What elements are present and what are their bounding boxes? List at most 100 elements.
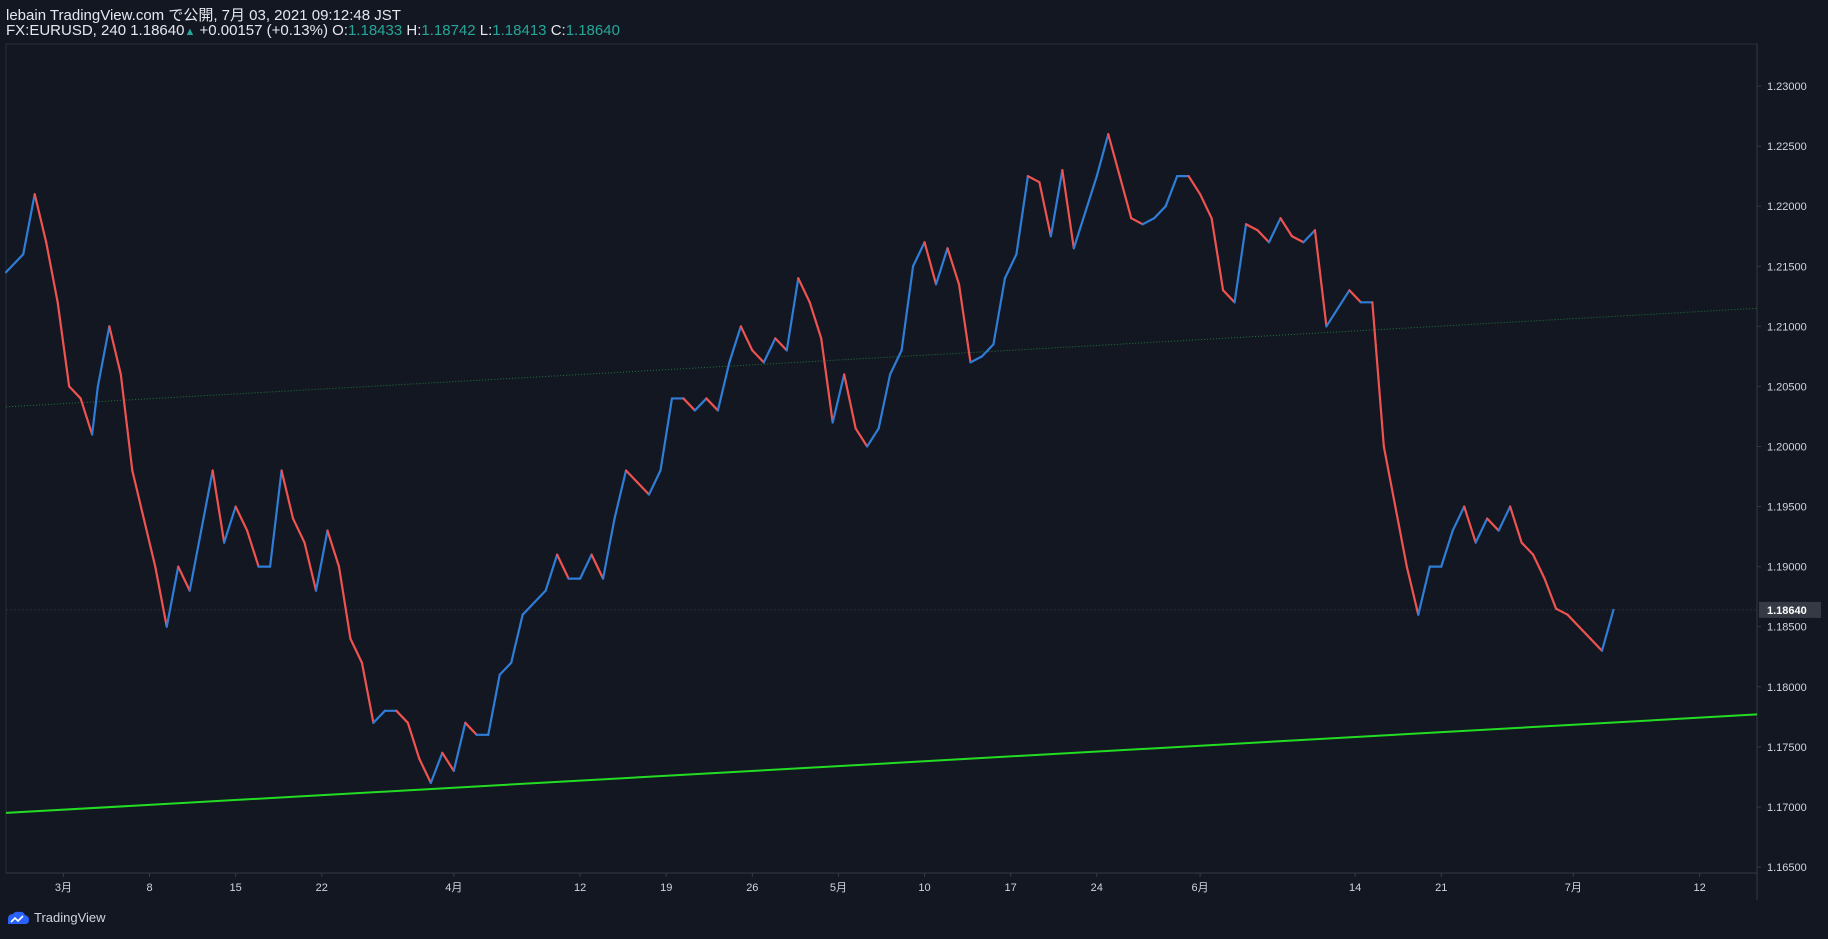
price-segment (1440, 529, 1454, 568)
y-tick-label: 1.22500 (1767, 141, 1807, 153)
x-tick-label: 12 (574, 882, 586, 894)
price-segment (22, 193, 36, 256)
price-segment (1566, 613, 1581, 628)
price-segment (934, 247, 949, 286)
price-segment (1084, 175, 1098, 214)
x-tick-label: 3月 (55, 882, 72, 894)
price-segment (223, 505, 237, 544)
price-segment (578, 553, 593, 580)
price-segment (314, 529, 329, 592)
x-tick-label: 22 (316, 882, 328, 894)
price-chart[interactable]: 1.16500 1.17000 1.17500 1.18000 1.18500 1.190… (0, 0, 1828, 939)
y-tick-label: 1.20000 (1767, 441, 1807, 453)
price-segment (728, 325, 742, 364)
price-segment (464, 721, 478, 736)
x-tick-label: 15 (230, 882, 242, 894)
price-segment (1141, 217, 1156, 226)
price-segment (831, 373, 846, 424)
price-segment (326, 529, 341, 568)
price-segment (337, 565, 352, 640)
footer-brand[interactable]: TradingView (6, 910, 106, 925)
price-segment (544, 553, 559, 592)
price-segment (762, 337, 777, 364)
price-segment (1221, 289, 1236, 304)
price-segment (441, 751, 455, 772)
price-segment (1394, 505, 1408, 568)
price-segment (131, 469, 145, 520)
price-segment (590, 553, 605, 580)
price-segment (820, 337, 834, 424)
price-segment (395, 709, 409, 724)
price-segment (429, 751, 444, 784)
price-segment (843, 373, 857, 430)
x-tick-label: 17 (1005, 882, 1017, 894)
y-tick-label: 1.22000 (1767, 201, 1807, 213)
price-segment (1405, 565, 1420, 616)
price-segment (452, 721, 467, 772)
price-segment (246, 529, 260, 568)
y-tick-label: 1.18000 (1767, 682, 1807, 694)
price-segment (1015, 175, 1029, 256)
price-segment (980, 343, 995, 358)
x-tick-label: 10 (918, 882, 930, 894)
x-tick-label: 8 (146, 882, 152, 894)
price-segment (1256, 229, 1271, 244)
price-segment (624, 469, 639, 484)
last-price-label: 1.18640 (1767, 605, 1807, 617)
price-segment (372, 709, 387, 724)
y-tick-label: 1.23000 (1767, 81, 1807, 93)
price-segment (1486, 517, 1500, 532)
price-segment (45, 241, 59, 304)
price-segment (785, 277, 800, 352)
price-segment (877, 373, 892, 430)
price-segment (866, 427, 880, 448)
price-segment (1371, 301, 1385, 448)
price-segment (418, 757, 432, 784)
price-segment (360, 661, 375, 724)
footer-brand-label: TradingView (34, 910, 106, 925)
price-segment (1497, 505, 1512, 532)
price-segment (1130, 217, 1144, 226)
price-segment (91, 385, 99, 436)
price-segment (1233, 223, 1248, 304)
price-segment (211, 469, 226, 544)
price-segment (4, 253, 25, 274)
price-segment (1417, 565, 1431, 616)
price-segment (1118, 175, 1133, 220)
price-segment (1600, 608, 1615, 652)
support-trendline[interactable] (5, 713, 1758, 814)
price-segment (1532, 553, 1546, 580)
price-segment (521, 601, 536, 616)
price-segment (613, 469, 628, 520)
price-segment (96, 325, 111, 388)
price-segment (349, 637, 364, 664)
price-segment (1210, 217, 1225, 292)
price-segment (142, 517, 157, 568)
y-tick-label: 1.20500 (1767, 381, 1807, 393)
price-segment (705, 397, 719, 412)
price-segment (1244, 223, 1259, 232)
price-segment (533, 589, 547, 604)
y-tick-label: 1.17000 (1767, 802, 1807, 814)
x-tick-label: 19 (660, 882, 672, 894)
price-segment (808, 301, 823, 340)
y-tick-label: 1.19000 (1767, 562, 1807, 574)
price-segment (68, 385, 82, 400)
price-segment (774, 337, 788, 352)
price-segment (108, 325, 122, 376)
price-segment (1302, 229, 1317, 244)
y-tick-label: 1.21500 (1767, 261, 1807, 273)
channel-line (5, 307, 1758, 408)
price-segment (1451, 505, 1466, 532)
price-segment (1474, 517, 1489, 544)
price-segment (1463, 505, 1477, 544)
price-segment (682, 397, 697, 412)
price-segment (1153, 205, 1167, 220)
x-tick-label: 6月 (1192, 882, 1209, 894)
x-tick-label: 24 (1091, 882, 1103, 894)
price-segment (889, 349, 903, 376)
price-segment (1038, 181, 1052, 238)
price-segment (854, 427, 869, 448)
price-segment (1199, 193, 1213, 220)
price-segment (1589, 637, 1604, 652)
